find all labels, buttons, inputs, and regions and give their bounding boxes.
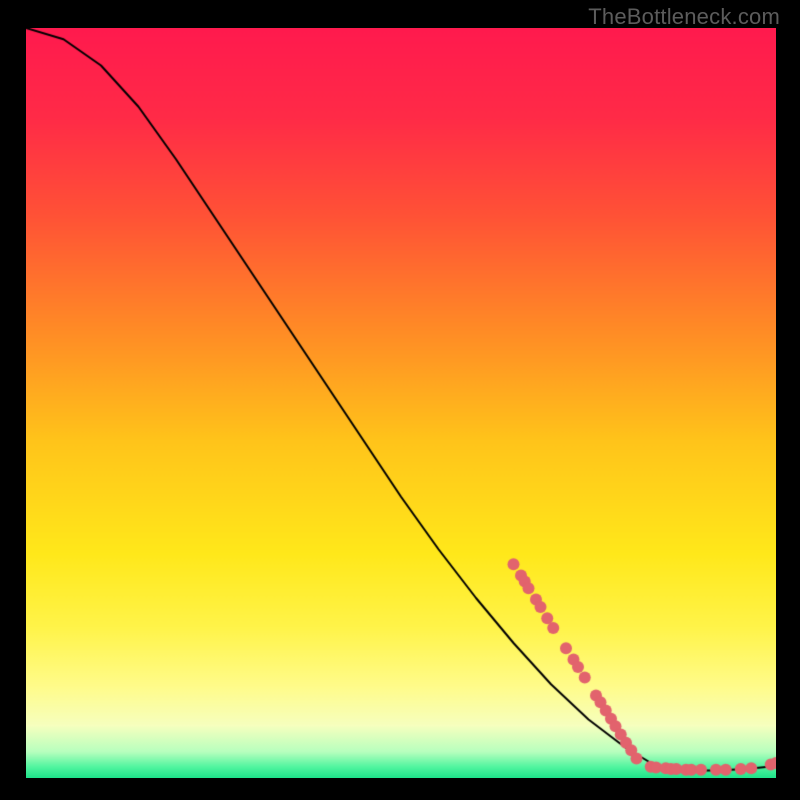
chart-container: TheBottleneck.com (0, 0, 800, 800)
chart-canvas (26, 28, 776, 778)
watermark-text: TheBottleneck.com (588, 4, 780, 30)
plot-area (26, 28, 776, 778)
